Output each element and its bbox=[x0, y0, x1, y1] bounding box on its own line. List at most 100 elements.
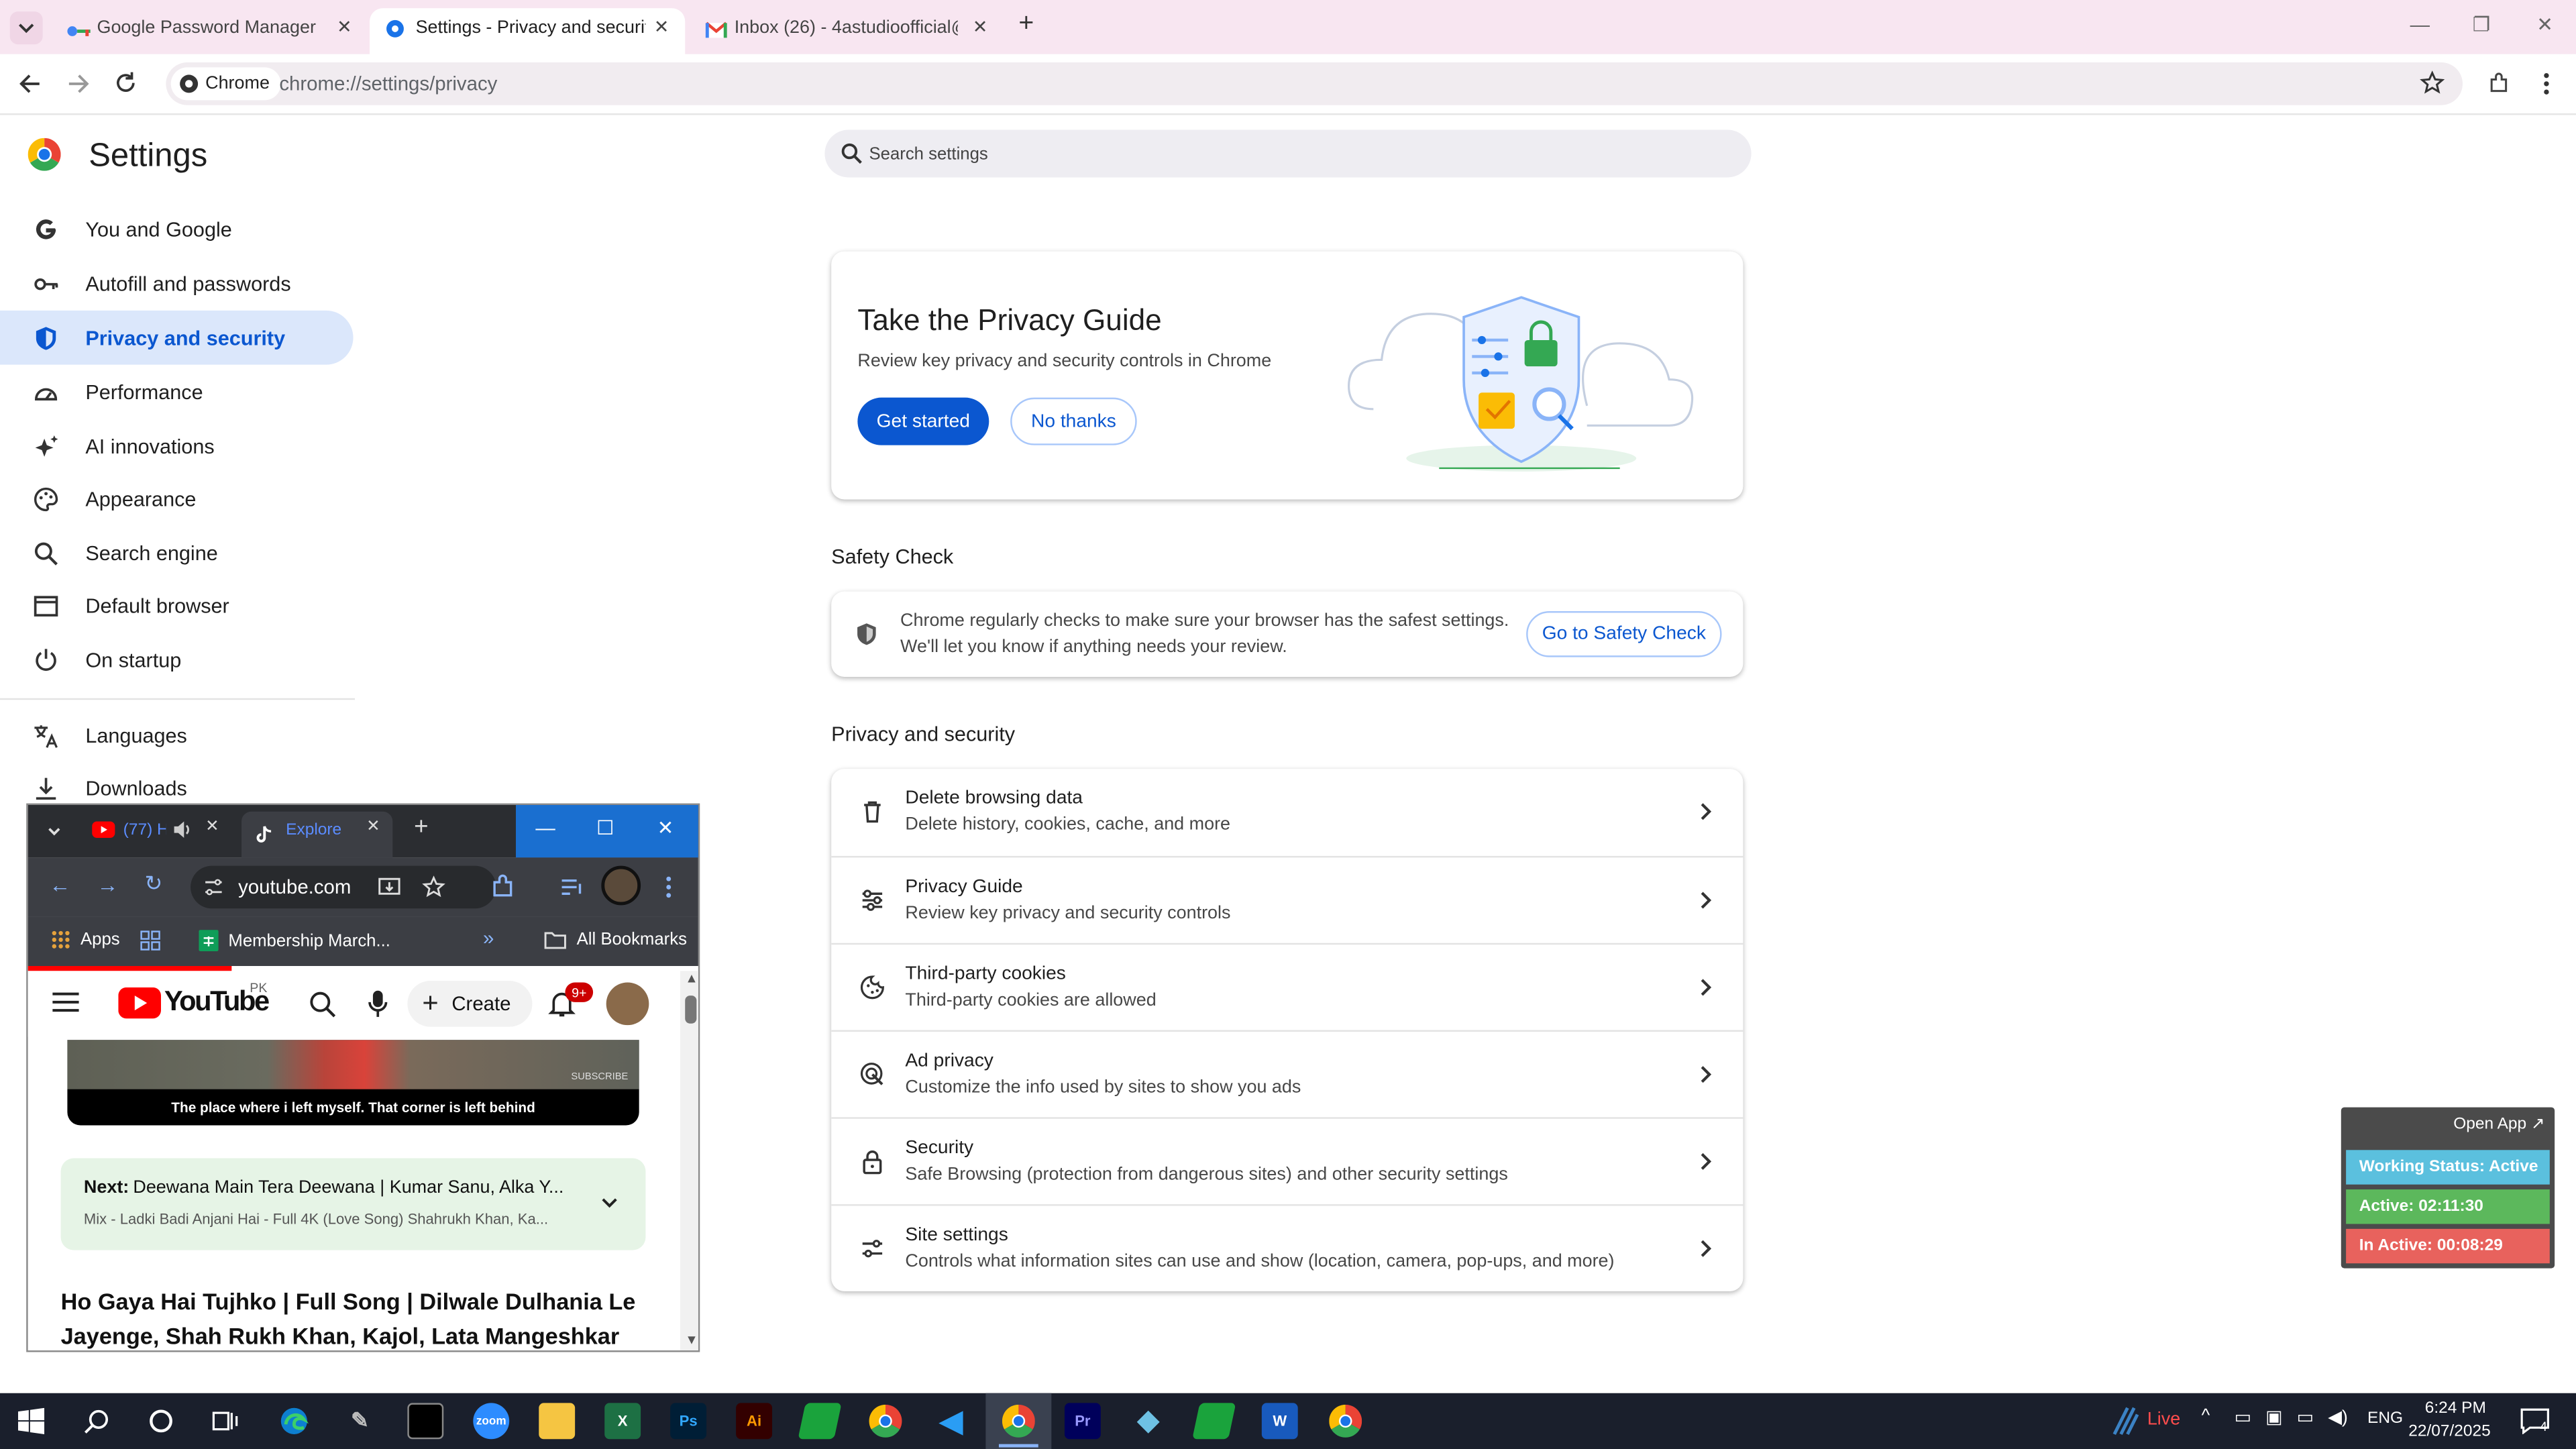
scrollbar-thumb[interactable] bbox=[685, 996, 697, 1024]
next-up-card[interactable]: Next: Deewana Main Tera Deewana | Kumar … bbox=[60, 1158, 646, 1250]
sidebar-item-languages[interactable]: Languages bbox=[0, 708, 354, 763]
avatar[interactable] bbox=[606, 982, 649, 1026]
file-explorer-icon[interactable] bbox=[539, 1403, 576, 1440]
pen-app-2-icon[interactable] bbox=[1192, 1403, 1236, 1440]
sidebar-item-privacy[interactable]: Privacy and security bbox=[0, 310, 354, 365]
photoshop-icon[interactable]: Ps bbox=[670, 1403, 707, 1440]
mini-address-bar[interactable]: youtube.com bbox=[191, 865, 496, 909]
chevron-down-icon[interactable] bbox=[44, 821, 64, 841]
close-icon[interactable]: ✕ bbox=[973, 16, 988, 38]
open-app-button[interactable]: Open App ↗ bbox=[2453, 1116, 2544, 1134]
tab-password-manager[interactable]: Google Password Manager ✕ bbox=[49, 8, 368, 54]
forward-arrow-icon[interactable]: → bbox=[97, 872, 118, 897]
maximize-button[interactable]: ☐ bbox=[596, 816, 614, 839]
bookmark-membership[interactable]: Membership March... bbox=[199, 930, 390, 951]
row-security[interactable]: Security Safe Browsing (protection from … bbox=[831, 1117, 1743, 1204]
restore-button[interactable]: ❐ bbox=[2473, 13, 2490, 36]
more-vert-icon[interactable] bbox=[662, 874, 676, 900]
new-tab-button[interactable]: + bbox=[1018, 10, 1034, 40]
row-delete-browsing-data[interactable]: Delete browsing data Delete history, coo… bbox=[831, 769, 1743, 856]
speaker-icon[interactable] bbox=[172, 820, 192, 839]
volume-icon[interactable]: ◀) bbox=[2328, 1406, 2348, 1428]
window-close-button[interactable]: ✕ bbox=[657, 816, 674, 839]
cortana-icon[interactable] bbox=[148, 1408, 174, 1434]
site-settings-icon[interactable] bbox=[204, 877, 223, 897]
create-button[interactable]: + Create bbox=[407, 981, 533, 1027]
windows-start-icon[interactable] bbox=[17, 1407, 45, 1434]
mini-tab-explore[interactable]: Explore ✕ bbox=[241, 811, 393, 858]
sidebar-item-on-startup[interactable]: On startup bbox=[0, 633, 354, 687]
new-tab-button[interactable]: + bbox=[414, 813, 428, 841]
minimize-button[interactable]: — bbox=[2410, 13, 2430, 36]
task-view-icon[interactable] bbox=[212, 1408, 238, 1434]
chevron-up-icon[interactable]: ^ bbox=[2202, 1406, 2210, 1426]
tab-settings[interactable]: Settings - Privacy and security ✕ bbox=[370, 8, 686, 54]
close-icon[interactable]: ✕ bbox=[337, 16, 352, 38]
sidebar-item-ai-innovations[interactable]: AI innovations bbox=[0, 419, 354, 473]
bookmark-star-icon[interactable] bbox=[2420, 70, 2445, 95]
sidebar-item-search-engine[interactable]: Search engine bbox=[0, 526, 354, 580]
extension-icon[interactable] bbox=[490, 874, 516, 900]
youtube-logo[interactable]: YouTube bbox=[118, 985, 270, 1018]
tab-gmail-inbox[interactable]: Inbox (26) - 4astudioofficial@g ✕ bbox=[690, 8, 1002, 54]
search-settings-input[interactable]: Search settings bbox=[824, 129, 1752, 178]
address-bar[interactable]: Chrome chrome://settings/privacy bbox=[166, 62, 2463, 105]
profile-avatar[interactable] bbox=[601, 865, 641, 906]
minimize-button[interactable]: — bbox=[535, 816, 555, 839]
sidebar-item-you-and-google[interactable]: You and Google bbox=[0, 202, 354, 256]
chrome-profile-taskbar-icon[interactable] bbox=[1328, 1403, 1364, 1439]
back-arrow-icon[interactable]: ← bbox=[49, 872, 70, 897]
clock-date[interactable]: 22/07/2025 bbox=[2408, 1423, 2491, 1441]
sidebar-item-appearance[interactable]: Appearance bbox=[0, 472, 354, 526]
close-icon[interactable]: ✕ bbox=[366, 818, 380, 837]
row-ad-privacy[interactable]: Ad privacy Customize the info used by si… bbox=[831, 1030, 1743, 1118]
forward-arrow-icon[interactable] bbox=[66, 72, 92, 95]
meet-now-icon[interactable]: ▭ bbox=[2235, 1406, 2251, 1428]
row-site-settings[interactable]: Site settings Controls what information … bbox=[831, 1204, 1743, 1291]
illustrator-icon[interactable]: Ai bbox=[736, 1403, 773, 1440]
extension-icon[interactable] bbox=[2487, 72, 2510, 95]
display-icon[interactable]: ▣ bbox=[2265, 1406, 2282, 1428]
pen-tool-icon[interactable]: ✎ bbox=[341, 1403, 378, 1439]
go-to-safety-check-button[interactable]: Go to Safety Check bbox=[1526, 611, 1722, 657]
more-vert-icon[interactable] bbox=[2538, 70, 2555, 97]
tab-groups-icon[interactable] bbox=[140, 930, 161, 951]
scrollbar[interactable]: ▲ ▼ bbox=[680, 971, 698, 1351]
back-arrow-icon[interactable] bbox=[16, 72, 42, 95]
network-icon[interactable]: ▭ bbox=[2297, 1406, 2314, 1428]
row-third-party-cookies[interactable]: Third-party cookies Third-party cookies … bbox=[831, 943, 1743, 1030]
vscode-icon[interactable]: ◀ bbox=[933, 1403, 969, 1439]
video-player[interactable]: SUBSCRIBE The place where i left myself.… bbox=[67, 1040, 639, 1126]
microphone-icon[interactable] bbox=[368, 989, 388, 1018]
chrome-active-taskbar-icon[interactable] bbox=[1000, 1403, 1036, 1439]
language-indicator[interactable]: ENG bbox=[2367, 1409, 2403, 1428]
reload-icon[interactable] bbox=[113, 70, 138, 95]
live-cricket-icon[interactable] bbox=[2108, 1405, 2141, 1438]
close-icon[interactable]: ✕ bbox=[654, 16, 669, 38]
chrome-taskbar-icon[interactable] bbox=[867, 1403, 904, 1439]
get-started-button[interactable]: Get started bbox=[857, 397, 989, 445]
chevron-down-icon[interactable] bbox=[600, 1194, 619, 1210]
reload-icon[interactable]: ↻ bbox=[145, 871, 163, 897]
excel-icon[interactable]: X bbox=[604, 1403, 641, 1440]
edge-icon[interactable] bbox=[276, 1403, 312, 1439]
terminal-icon[interactable] bbox=[407, 1403, 444, 1440]
diamond-app-icon[interactable]: ◆ bbox=[1130, 1403, 1167, 1439]
site-info-chip[interactable]: Chrome bbox=[170, 67, 282, 101]
no-thanks-button[interactable]: No thanks bbox=[1010, 397, 1137, 445]
sidebar-item-default-browser[interactable]: Default browser bbox=[0, 578, 354, 633]
install-app-icon[interactable] bbox=[378, 875, 400, 898]
all-bookmarks-button[interactable]: All Bookmarks bbox=[544, 930, 687, 950]
media-control-icon[interactable] bbox=[559, 874, 585, 900]
clock-time[interactable]: 6:24 PM bbox=[2425, 1400, 2486, 1418]
bookmarks-overflow-icon[interactable]: » bbox=[483, 926, 494, 949]
premiere-icon[interactable]: Pr bbox=[1064, 1403, 1101, 1440]
menu-icon[interactable] bbox=[51, 991, 80, 1014]
sidebar-item-autofill[interactable]: Autofill and passwords bbox=[0, 256, 354, 311]
zoom-icon[interactable]: zoom bbox=[473, 1403, 510, 1440]
window-close-button[interactable]: ✕ bbox=[2536, 13, 2553, 36]
bookmark-apps[interactable]: Apps bbox=[51, 930, 120, 950]
search-icon[interactable] bbox=[309, 991, 337, 1019]
sidebar-item-performance[interactable]: Performance bbox=[0, 365, 354, 419]
search-icon[interactable] bbox=[84, 1408, 110, 1434]
